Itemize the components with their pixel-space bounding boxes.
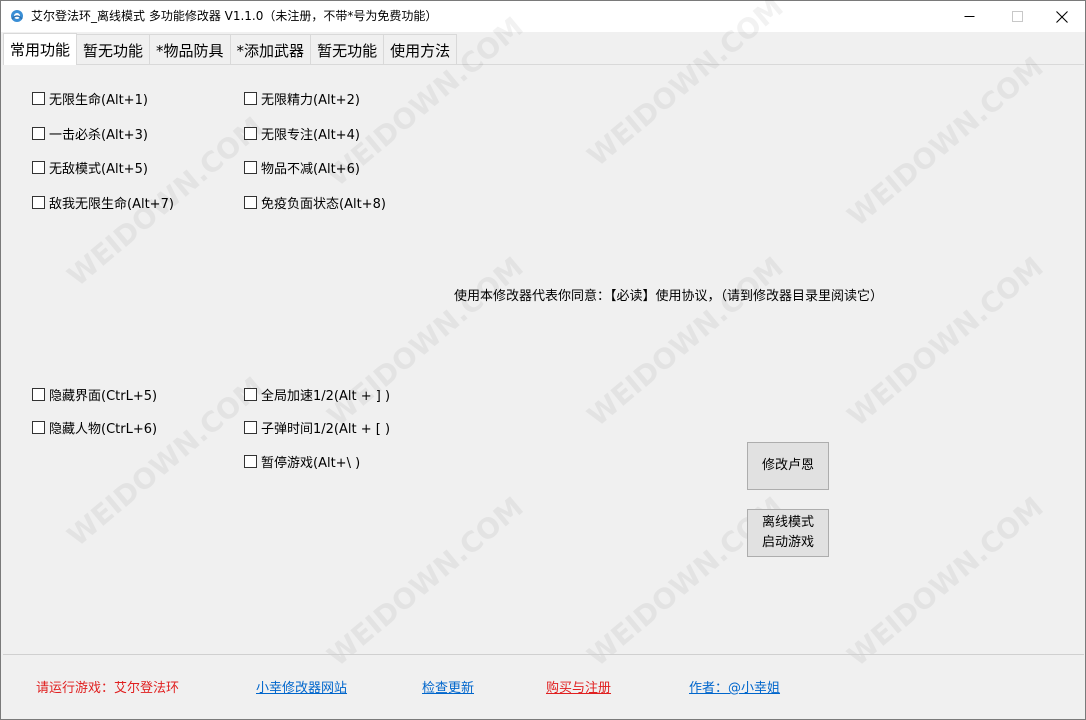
tab-no-function-1[interactable]: 暂无功能 xyxy=(76,34,151,65)
maximize-icon xyxy=(1011,11,1023,22)
checkbox-label: 物品不减(Alt+6) xyxy=(261,161,360,177)
checkbox-box[interactable] xyxy=(244,420,257,434)
agreement-notice: 使用本修改器代表你同意：【必读】使用协议，（请到修改器目录里阅读它） xyxy=(454,289,884,304)
checkbox-box[interactable] xyxy=(244,91,257,105)
checkbox-god-mode[interactable]: 无敌模式(Alt+5) xyxy=(32,158,148,177)
watermark-text: WEIDOWN.COM xyxy=(841,250,1050,433)
tab-panel-common: WEIDOWN.COM WEIDOWN.COM WEIDOWN.COM WEID… xyxy=(3,0,1084,673)
checkbox-one-hit-kill[interactable]: 一击必杀(Alt+3) xyxy=(32,124,148,143)
checkbox-box[interactable] xyxy=(32,160,45,174)
window-title: 艾尔登法环_离线模式 多功能修改器 V1.1.0（未注册，不带*号为免费功能） xyxy=(31,9,438,23)
checkbox-label: 子弹时间1/2(Alt + [ ) xyxy=(261,421,391,437)
checkbox-label: 无限精力(Alt+2) xyxy=(261,92,360,108)
checkbox-box[interactable] xyxy=(32,195,45,209)
checkbox-box[interactable] xyxy=(32,387,45,401)
footer-divider xyxy=(3,654,1084,655)
checkbox-hide-character[interactable]: 隐藏人物(CtrL+6) xyxy=(32,418,158,437)
website-link[interactable]: 小幸修改器网站 xyxy=(256,677,347,696)
checkbox-box[interactable] xyxy=(244,195,257,209)
checkbox-label: 无敌模式(Alt+5) xyxy=(49,161,148,177)
checkbox-infinite-stamina[interactable]: 无限精力(Alt+2) xyxy=(244,89,360,108)
watermark-text: WEIDOWN.COM xyxy=(321,250,530,433)
watermark-text: WEIDOWN.COM xyxy=(581,250,790,433)
main-window: 艾尔登法环_离线模式 多功能修改器 V1.1.0（未注册，不带*号为免费功能） … xyxy=(0,0,1086,720)
checkbox-box[interactable] xyxy=(244,454,257,468)
checkbox-box[interactable] xyxy=(244,160,257,174)
tab-add-weapons[interactable]: *添加武器 xyxy=(229,34,312,65)
check-update-link[interactable]: 检查更新 xyxy=(422,677,474,696)
app-icon xyxy=(10,9,24,23)
tab-usage[interactable]: 使用方法 xyxy=(383,34,458,65)
checkbox-box[interactable] xyxy=(32,126,45,140)
checkbox-box[interactable] xyxy=(244,387,257,401)
offline-launch-button[interactable]: 离线模式 启动游戏 xyxy=(747,509,829,557)
tab-no-function-2[interactable]: 暂无功能 xyxy=(310,34,385,65)
watermark-text: WEIDOWN.COM xyxy=(321,490,530,673)
checkbox-label: 敌我无限生命(Alt+7) xyxy=(49,196,174,212)
checkbox-label: 隐藏人物(CtrL+6) xyxy=(49,421,158,437)
buy-register-link[interactable]: 购买与注册 xyxy=(546,677,611,696)
checkbox-box[interactable] xyxy=(32,91,45,105)
checkbox-infinite-focus[interactable]: 无限专注(Alt+4) xyxy=(244,124,360,143)
watermark-text: WEIDOWN.COM xyxy=(841,50,1050,233)
modify-runes-button[interactable]: 修改卢恩 xyxy=(747,442,829,490)
checkbox-box[interactable] xyxy=(244,126,257,140)
checkbox-label: 无限生命(Alt+1) xyxy=(49,92,148,108)
checkbox-label: 一击必杀(Alt+3) xyxy=(49,127,148,143)
checkbox-all-infinite-health[interactable]: 敌我无限生命(Alt+7) xyxy=(32,193,174,212)
checkbox-label: 隐藏界面(CtrL+5) xyxy=(49,388,158,404)
checkbox-global-speed[interactable]: 全局加速1/2(Alt + ] ) xyxy=(244,385,391,404)
author-link[interactable]: 作者：@小幸姐 xyxy=(689,677,780,696)
maximize-button[interactable] xyxy=(994,1,1040,32)
minimize-button[interactable] xyxy=(946,1,992,32)
checkbox-label: 无限专注(Alt+4) xyxy=(261,127,360,143)
tab-common-functions[interactable]: 常用功能 xyxy=(3,33,78,65)
checkbox-hide-ui[interactable]: 隐藏界面(CtrL+5) xyxy=(32,385,158,404)
close-button[interactable] xyxy=(1039,1,1085,32)
tab-items-armor[interactable]: *物品防具 xyxy=(149,34,231,65)
close-icon xyxy=(1056,10,1068,23)
checkbox-pause-game[interactable]: 暂停游戏(Alt+\ ) xyxy=(244,452,361,471)
title-bar: 艾尔登法环_离线模式 多功能修改器 V1.1.0（未注册，不带*号为免费功能） xyxy=(1,1,1085,32)
checkbox-infinite-health[interactable]: 无限生命(Alt+1) xyxy=(32,89,148,108)
checkbox-bullet-time[interactable]: 子弹时间1/2(Alt + [ ) xyxy=(244,418,391,437)
checkbox-label: 全局加速1/2(Alt + ] ) xyxy=(261,388,391,404)
minimize-icon xyxy=(964,16,974,17)
watermark-text: WEIDOWN.COM xyxy=(841,490,1050,673)
checkbox-label: 暂停游戏(Alt+\ ) xyxy=(261,455,361,471)
checkbox-box[interactable] xyxy=(32,420,45,434)
run-game-status: 请运行游戏：艾尔登法环 xyxy=(36,681,180,696)
tab-strip: 常用功能 暂无功能 *物品防具 *添加武器 暂无功能 使用方法 xyxy=(3,33,458,65)
checkbox-immune-debuffs[interactable]: 免疫负面状态(Alt+8) xyxy=(244,193,386,212)
checkbox-items-no-decrease[interactable]: 物品不减(Alt+6) xyxy=(244,158,360,177)
checkbox-label: 免疫负面状态(Alt+8) xyxy=(261,196,386,212)
